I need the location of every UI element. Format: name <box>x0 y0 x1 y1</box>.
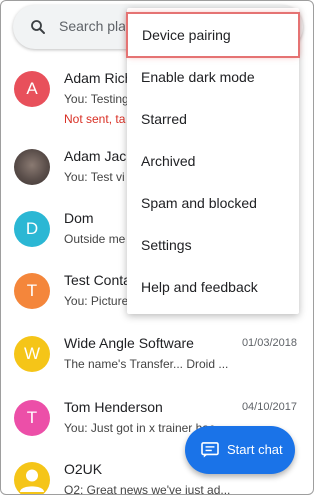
search-placeholder: Search pla <box>59 18 125 34</box>
app-frame: Search pla A Adam Rich You: Testing Not … <box>0 0 314 495</box>
message-snippet: You: Test vi <box>64 170 125 184</box>
menu-item-settings[interactable]: Settings <box>127 224 299 266</box>
avatar: A <box>14 71 50 107</box>
conversation-item[interactable]: W Wide Angle Software The name's Transfe… <box>1 330 313 388</box>
menu-item-device-pairing[interactable]: Device pairing <box>126 12 300 58</box>
avatar: T <box>14 273 50 309</box>
avatar: D <box>14 211 50 247</box>
message-icon <box>201 442 219 458</box>
menu-item-dark-mode[interactable]: Enable dark mode <box>127 56 299 98</box>
contact-name: Adam Jac <box>64 148 127 164</box>
message-snippet: The name's Transfer... Droid ... <box>64 357 229 371</box>
person-icon <box>20 469 44 492</box>
message-date: 01/03/2018 <box>241 337 297 349</box>
contact-name: Adam Rich <box>64 70 133 86</box>
menu-item-spam-blocked[interactable]: Spam and blocked <box>127 182 299 224</box>
contact-name: Wide Angle Software <box>64 335 194 351</box>
avatar: W <box>14 336 50 372</box>
message-date: 04/10/2017 <box>241 401 297 413</box>
avatar-photo <box>14 149 50 185</box>
contact-name: Test Conta <box>64 272 131 288</box>
start-chat-button[interactable]: Start chat <box>185 426 295 474</box>
menu-item-starred[interactable]: Starred <box>127 98 299 140</box>
contact-name: Dom <box>64 210 94 226</box>
menu-item-archived[interactable]: Archived <box>127 140 299 182</box>
message-snippet: You: Testing <box>64 92 129 106</box>
search-icon <box>31 20 45 34</box>
contact-name: O2UK <box>64 461 103 477</box>
contact-name: Tom Henderson <box>64 399 163 415</box>
start-chat-label: Start chat <box>227 442 283 457</box>
avatar <box>14 462 50 494</box>
overflow-menu: Device pairing Enable dark mode Starred … <box>126 8 300 314</box>
message-snippet: You: Picture <box>64 294 129 308</box>
message-snippet: O2: Great news we've just ad... <box>64 483 231 495</box>
message-snippet: Outside me <box>64 232 126 246</box>
send-status: Not sent, ta <box>64 112 126 126</box>
menu-item-help-feedback[interactable]: Help and feedback <box>127 266 299 308</box>
avatar: T <box>14 400 50 436</box>
